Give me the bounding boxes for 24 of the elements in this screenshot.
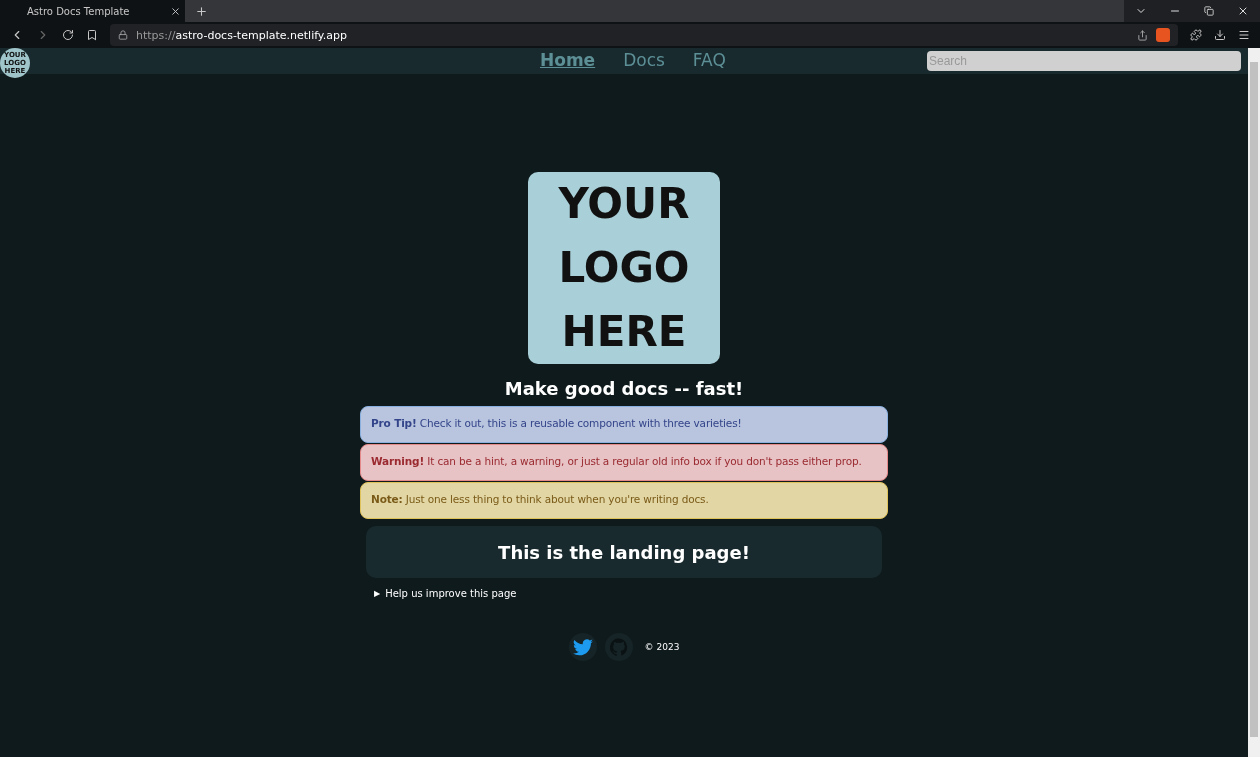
address-bar[interactable]: https://astro-docs-template.netlify.app bbox=[110, 24, 1178, 46]
download-icon[interactable] bbox=[1214, 29, 1226, 41]
nav-link[interactable]: Docs bbox=[623, 50, 665, 70]
tagline: Make good docs -- fast! bbox=[504, 378, 744, 399]
new-tab-icon[interactable] bbox=[195, 4, 208, 18]
scrollbar[interactable] bbox=[1248, 48, 1260, 757]
puzzle-icon[interactable] bbox=[1190, 29, 1202, 41]
close-icon bbox=[1237, 5, 1249, 17]
nav-link[interactable]: FAQ bbox=[692, 50, 726, 70]
logo-card: YOUR LOGO HERE bbox=[528, 172, 720, 364]
feedback-toggle[interactable]: ▶ Help us improve this page bbox=[374, 588, 874, 599]
bookmark-icon[interactable] bbox=[86, 29, 98, 41]
nav-link[interactable]: Home bbox=[540, 50, 596, 70]
close-icon[interactable] bbox=[170, 5, 181, 17]
browser-tab[interactable]: Astro Docs Template bbox=[0, 0, 185, 22]
reload-icon[interactable] bbox=[62, 29, 74, 41]
restore-icon bbox=[1204, 6, 1214, 16]
callout-box: Note: Just one less thing to think about when you're writing docs. bbox=[360, 482, 888, 519]
callout-box: Warning! It can be a hint, a warning, or just a regular old info box if you don't pass either prop. bbox=[360, 444, 888, 481]
copyright-text: © 2023 bbox=[644, 642, 680, 652]
menu-icon[interactable] bbox=[1238, 29, 1250, 41]
bird-icon[interactable] bbox=[568, 633, 597, 661]
callout-box: Pro Tip! Check it out, this is a reusable component with three varieties! bbox=[360, 406, 888, 443]
landing-heading: This is the landing page! bbox=[498, 541, 750, 563]
